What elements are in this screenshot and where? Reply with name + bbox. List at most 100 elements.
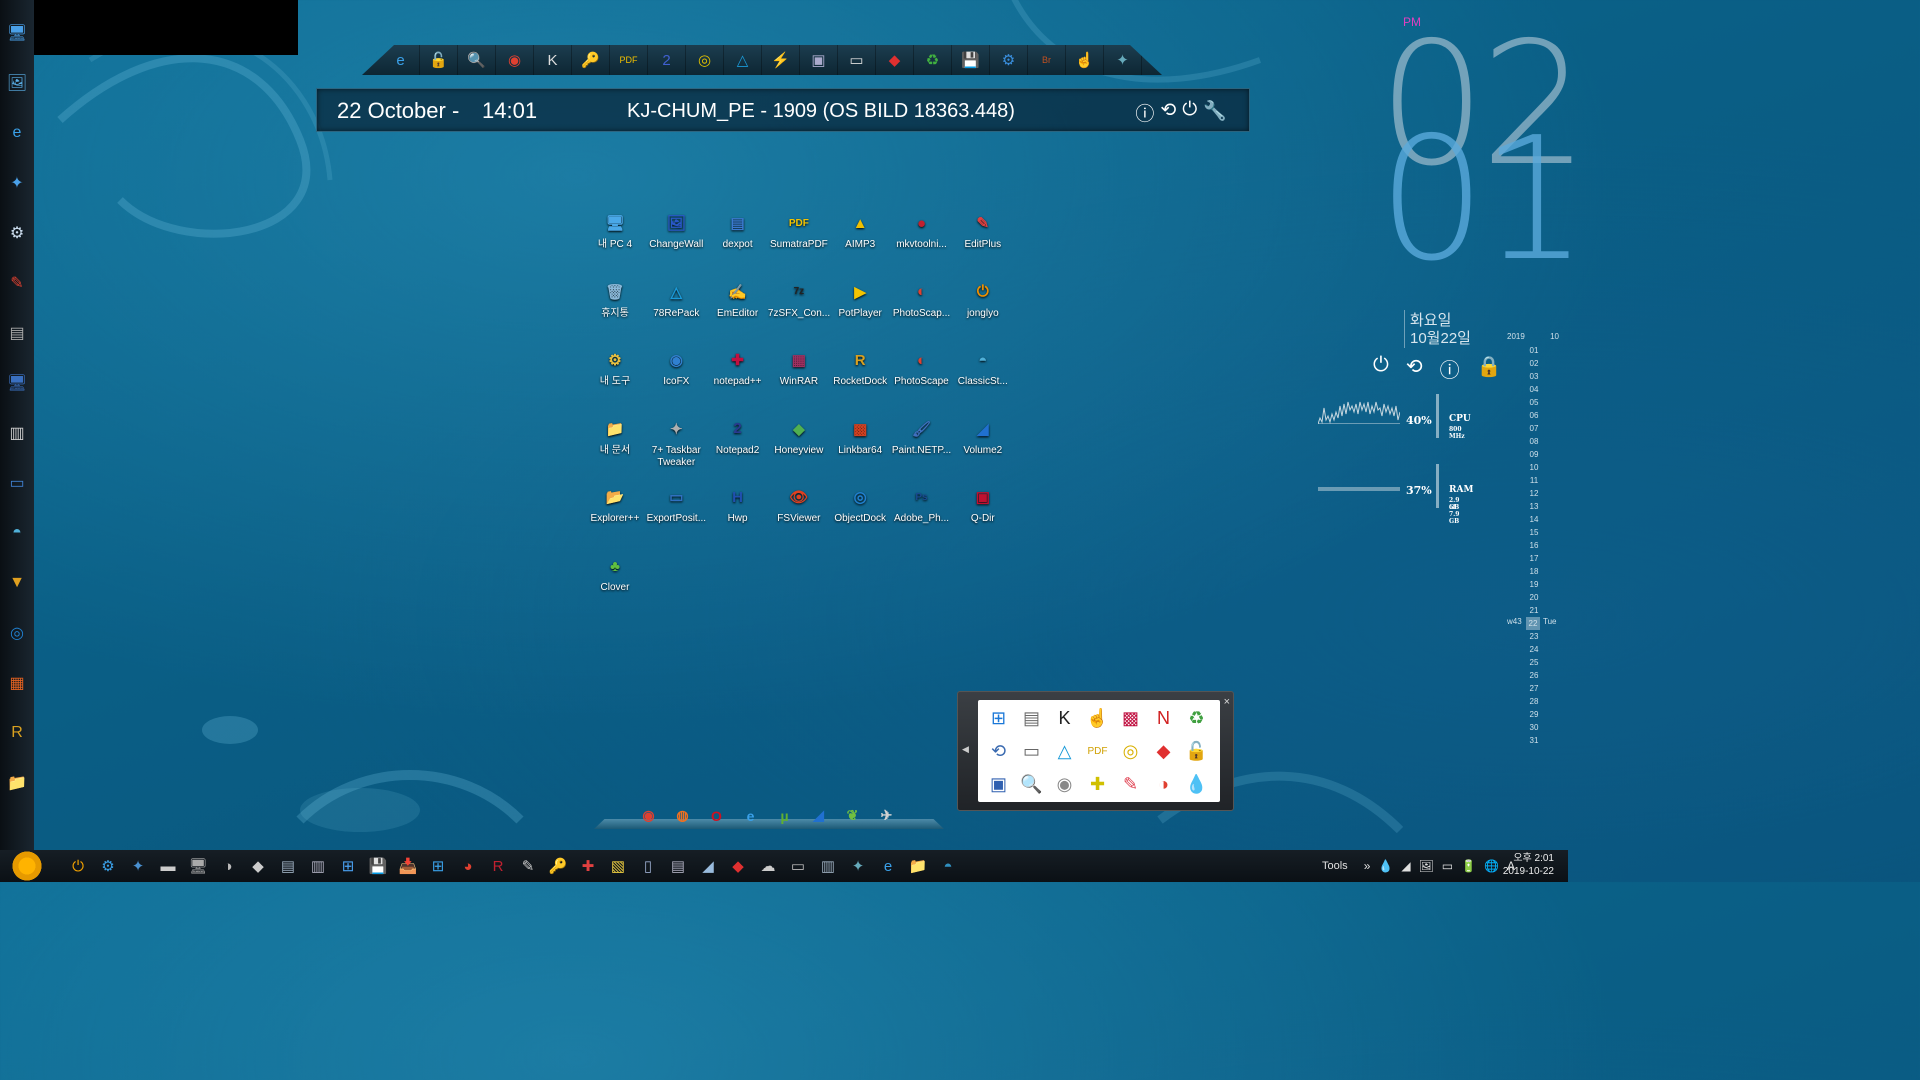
left-dock-item[interactable]: ▥ xyxy=(4,420,30,446)
bridge-icon[interactable]: Br xyxy=(1028,45,1066,75)
floppy-icon[interactable]: 💾 xyxy=(952,45,990,75)
restart-icon[interactable]: ⟲ xyxy=(1406,354,1423,383)
calendar-day[interactable]: 17 xyxy=(1503,552,1565,565)
k-app-icon[interactable]: K xyxy=(534,45,572,75)
drop-icon[interactable]: 💧 xyxy=(1180,768,1213,801)
tweak-icon[interactable]: ✦ xyxy=(1104,45,1142,75)
78repack-icon[interactable]: △ xyxy=(724,45,762,75)
desktop-shortcut[interactable]: 🖥 내 PC 4 xyxy=(584,210,646,251)
desktop-shortcut[interactable]: ◎ ObjectDock xyxy=(829,484,891,525)
puzzle-icon[interactable]: ✚ xyxy=(1081,768,1114,801)
calendar-day[interactable]: 01 xyxy=(1503,344,1565,357)
tweak-icon[interactable]: ✈ xyxy=(874,803,899,828)
left-dock-item[interactable]: R xyxy=(4,720,30,746)
tray-expand-icon[interactable]: » xyxy=(1364,859,1371,873)
desktop-shortcut[interactable]: 👁 FSViewer xyxy=(768,484,830,525)
desktop-shortcut[interactable]: PDF SumatraPDF xyxy=(768,210,830,251)
hand-icon[interactable]: ☝ xyxy=(1081,702,1114,735)
editplus-icon[interactable]: ✎ xyxy=(1114,768,1147,801)
taskbar-item[interactable]: ✚ xyxy=(573,853,603,879)
desktop-shortcut[interactable]: ▤ dexpot xyxy=(707,210,769,251)
backup-icon[interactable]: ⟲ xyxy=(982,735,1015,768)
taskbar-item[interactable]: ▭ xyxy=(783,853,813,879)
taskbar-item[interactable]: ✦ xyxy=(123,853,153,879)
calendar-day[interactable]: 07 xyxy=(1503,422,1565,435)
left-dock-item[interactable]: 📁 xyxy=(4,770,30,796)
pdf-icon[interactable]: PDF xyxy=(1081,735,1114,768)
tray-network-icon[interactable]: 🌐 xyxy=(1484,859,1499,873)
desktop-shortcut[interactable]: 7z 7zSFX_Con... xyxy=(768,279,830,320)
left-dock-item[interactable]: ▼ xyxy=(4,570,30,596)
desktop-shortcut[interactable]: ✦ 7+ Taskbar Tweaker xyxy=(645,416,707,469)
calendar-day[interactable]: 03 xyxy=(1503,370,1565,383)
taskbar-item[interactable]: ▤ xyxy=(663,853,693,879)
desktop-shortcut[interactable]: 🗑 휴지통 xyxy=(584,279,646,320)
desktop-shortcut[interactable]: ▩ Linkbar64 xyxy=(829,416,891,457)
green-app-icon[interactable]: ♻ xyxy=(1180,702,1213,735)
dvd-icon[interactable]: ◉ xyxy=(1048,768,1081,801)
taskbar-item[interactable]: 📁 xyxy=(903,853,933,879)
chrome-icon[interactable]: ◉ xyxy=(636,803,661,828)
k-app-icon[interactable]: K xyxy=(1048,702,1081,735)
desktop-shortcut[interactable]: ▲ AIMP3 xyxy=(829,210,891,251)
taskbar-item[interactable]: 🖥 xyxy=(183,853,213,879)
taskbar-item[interactable]: 📥 xyxy=(393,853,423,879)
taskbar-item[interactable]: ◆ xyxy=(723,853,753,879)
calendar-day[interactable]: 09 xyxy=(1503,448,1565,461)
taskbar-item[interactable]: e xyxy=(873,853,903,879)
calendar-day[interactable]: 14 xyxy=(1503,513,1565,526)
calendar-day[interactable]: 27 xyxy=(1503,682,1565,695)
calendar-day[interactable]: 21 xyxy=(1503,604,1565,617)
cd-icon[interactable]: ◎ xyxy=(1114,735,1147,768)
desktop-shortcut[interactable]: ⏻ jonglyo xyxy=(952,279,1014,320)
ie-icon[interactable]: e xyxy=(738,803,763,828)
taskbar-item[interactable]: ⊞ xyxy=(423,853,453,879)
screenshot-icon[interactable]: ◉ xyxy=(496,45,534,75)
desktop-shortcut[interactable]: R RocketDock xyxy=(829,347,891,388)
taskbar-item[interactable]: ☁ xyxy=(753,853,783,879)
info-icon[interactable]: ⓘ xyxy=(1135,99,1154,126)
power-icon[interactable]: ⏻ xyxy=(1182,99,1197,126)
left-dock-item[interactable]: ⚙ xyxy=(4,220,30,246)
notepad2-icon[interactable]: 2 xyxy=(648,45,686,75)
taskbar-item[interactable]: 🔑 xyxy=(543,853,573,879)
taskbar-item[interactable]: ⊞ xyxy=(333,853,363,879)
taskbar-item[interactable]: ⏻ xyxy=(63,853,93,879)
tray-drop-icon[interactable]: 💧 xyxy=(1378,859,1393,873)
cd-icon[interactable]: ◎ xyxy=(686,45,724,75)
calendar-day[interactable]: 08 xyxy=(1503,435,1565,448)
search-icon[interactable]: 🔍 xyxy=(1015,768,1048,801)
taskbar-item[interactable]: 💾 xyxy=(363,853,393,879)
panel-collapse-icon[interactable]: ◀ xyxy=(962,744,969,755)
calendar-day[interactable]: 24 xyxy=(1503,643,1565,656)
nt-icon[interactable]: N xyxy=(1147,702,1180,735)
desktop-shortcut[interactable]: ● mkvtoolni... xyxy=(891,210,953,251)
calendar-day[interactable]: 02 xyxy=(1503,357,1565,370)
desktop-shortcut[interactable]: ✎ EditPlus xyxy=(952,210,1014,251)
desktop-shortcut[interactable]: ♣ Clover xyxy=(584,553,646,594)
taskbar-item[interactable]: ✦ xyxy=(843,853,873,879)
note-icon[interactable]: ▭ xyxy=(838,45,876,75)
left-dock-item[interactable]: ◓ xyxy=(4,520,30,546)
gear-icon[interactable]: ⚙ xyxy=(990,45,1028,75)
tray-display-icon[interactable]: ▭ xyxy=(1442,859,1453,873)
taskbar-item[interactable]: ▬ xyxy=(153,853,183,879)
leaf-icon[interactable]: ❦ xyxy=(840,803,865,828)
taskbar-item[interactable]: R xyxy=(483,853,513,879)
scanner-icon[interactable]: ▤ xyxy=(1015,702,1048,735)
desktop-shortcut[interactable]: ◢ Volume2 xyxy=(952,416,1014,457)
taskbar-item[interactable]: ◑ xyxy=(213,853,243,879)
unlock-icon[interactable]: 🔓 xyxy=(1180,735,1213,768)
calendar-day[interactable]: 10 xyxy=(1503,461,1565,474)
tray-tools-label[interactable]: Tools xyxy=(1322,860,1348,872)
green-app-icon[interactable]: ♻ xyxy=(914,45,952,75)
calendar-today[interactable]: 22 xyxy=(1526,617,1540,630)
calendar-day[interactable]: 05 xyxy=(1503,396,1565,409)
calendar-day[interactable]: 30 xyxy=(1503,721,1565,734)
calendar-day[interactable]: 06 xyxy=(1503,409,1565,422)
flash-icon[interactable]: ⚡ xyxy=(762,45,800,75)
firefox-icon[interactable]: ◍ xyxy=(670,803,695,828)
opera-icon[interactable]: O xyxy=(704,803,729,828)
hand-icon[interactable]: ☝ xyxy=(1066,45,1104,75)
pdf-icon[interactable]: PDF xyxy=(610,45,648,75)
